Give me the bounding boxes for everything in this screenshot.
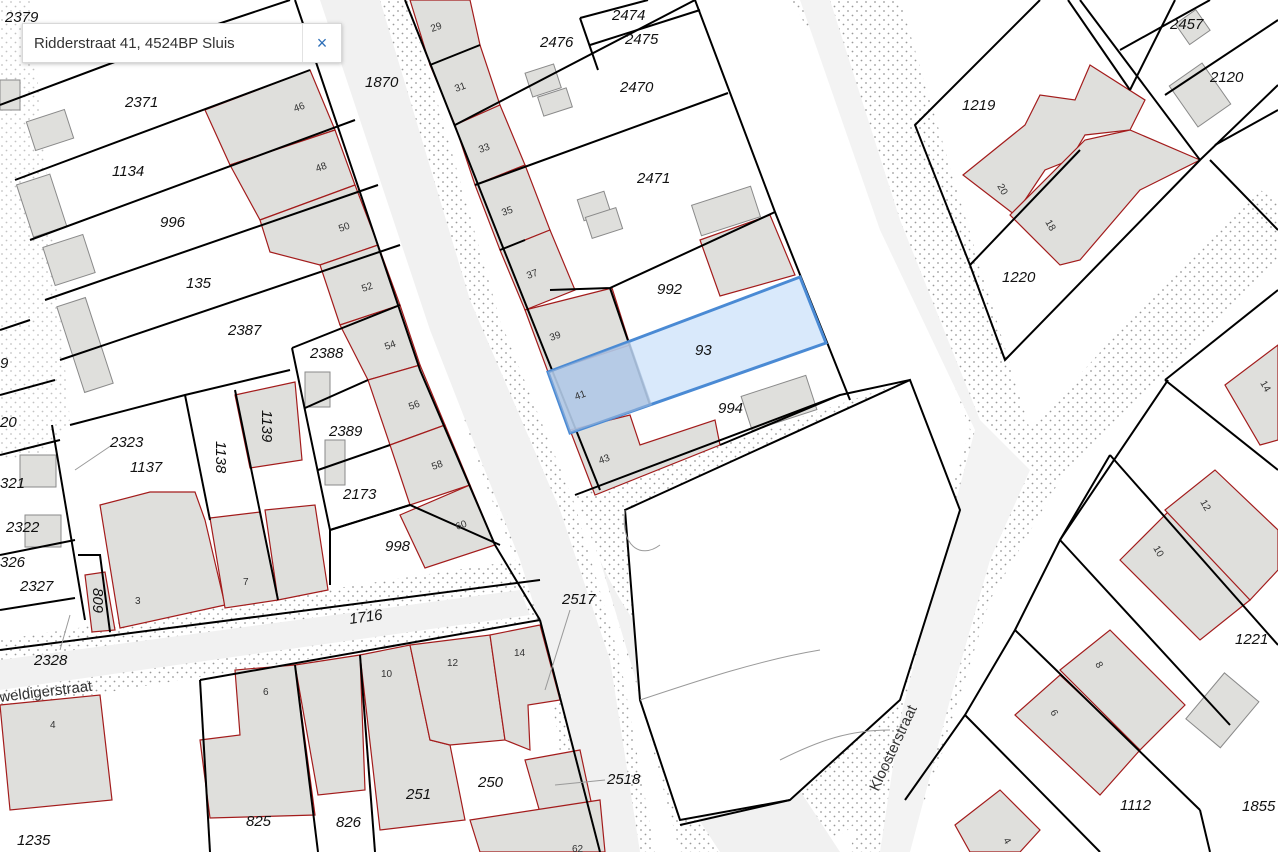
parcel-label: 1870: [365, 74, 399, 91]
parcel-label: 2470: [619, 79, 654, 96]
parcel-label: 1220: [1002, 269, 1036, 286]
parcel-label: 998: [385, 538, 411, 555]
house-number: 62: [572, 844, 584, 852]
parcel-label: 992: [657, 281, 683, 298]
parcel-label: 2371: [124, 94, 158, 111]
parcel-label: 1855: [1242, 798, 1276, 815]
parcel-label: 2476: [539, 34, 574, 51]
parcel-label: 20: [0, 414, 17, 431]
parcel-label: 1137: [130, 459, 163, 476]
house-number: 6: [263, 687, 269, 698]
parcel-label: 825: [246, 813, 272, 830]
parcel-label: 994: [718, 400, 743, 417]
parcel-label: 2173: [342, 486, 377, 503]
close-icon[interactable]: ×: [303, 24, 341, 62]
parcel-label: 1139: [258, 410, 275, 443]
parcel-label: 251: [405, 786, 431, 803]
parcel-label: 2327: [19, 578, 54, 595]
parcel-label: 2388: [309, 345, 344, 362]
parcel-label: 2475: [624, 31, 659, 48]
house-number: 10: [381, 669, 393, 680]
parcel-label: 1221: [1235, 631, 1268, 648]
parcel-label: 2323: [109, 434, 144, 451]
parcel-label: 1134: [112, 163, 144, 180]
parcel-label: 2457: [1169, 16, 1204, 33]
parcel-label: 809: [89, 588, 106, 614]
house-number: 12: [447, 658, 459, 669]
parcel-label: 9: [0, 355, 9, 372]
parcel-label: 1235: [17, 832, 51, 849]
house-number: 3: [135, 596, 141, 607]
parcel-label: 1219: [962, 97, 996, 114]
parcel-label: 93: [695, 342, 712, 359]
address-search-box[interactable]: Ridderstraat 41, 4524BP Sluis ×: [22, 23, 342, 63]
parcel-label: 1138: [212, 441, 229, 474]
house-number: 7: [243, 577, 249, 588]
parcel-label: 2322: [5, 519, 40, 536]
parcel-label: 326: [0, 554, 26, 571]
address-text: Ridderstraat 41, 4524BP Sluis: [34, 34, 235, 52]
house-number: 14: [514, 648, 526, 659]
parcel-label: 2387: [227, 322, 262, 339]
parcel-label: 826: [336, 814, 362, 831]
cadastral-map[interactable]: 2379 2371 1134 996 135 2387 2388 2389 21…: [0, 0, 1278, 852]
parcel-label: 135: [186, 275, 212, 292]
parcel-label: 250: [477, 774, 504, 791]
parcel-label: 2389: [328, 423, 363, 440]
parcel-label: 2328: [33, 652, 68, 669]
parcel-label: 2518: [606, 771, 641, 788]
house-number: 4: [50, 720, 56, 731]
parcel-label: 2474: [611, 7, 645, 24]
parcel-label: 2120: [1209, 69, 1244, 86]
parcel-label: 1112: [1120, 797, 1152, 814]
parcel-label: 2471: [636, 170, 670, 187]
parcel-label: 996: [160, 214, 186, 231]
parcel-label: 321: [0, 475, 25, 492]
parcel-label: 2517: [561, 591, 596, 608]
